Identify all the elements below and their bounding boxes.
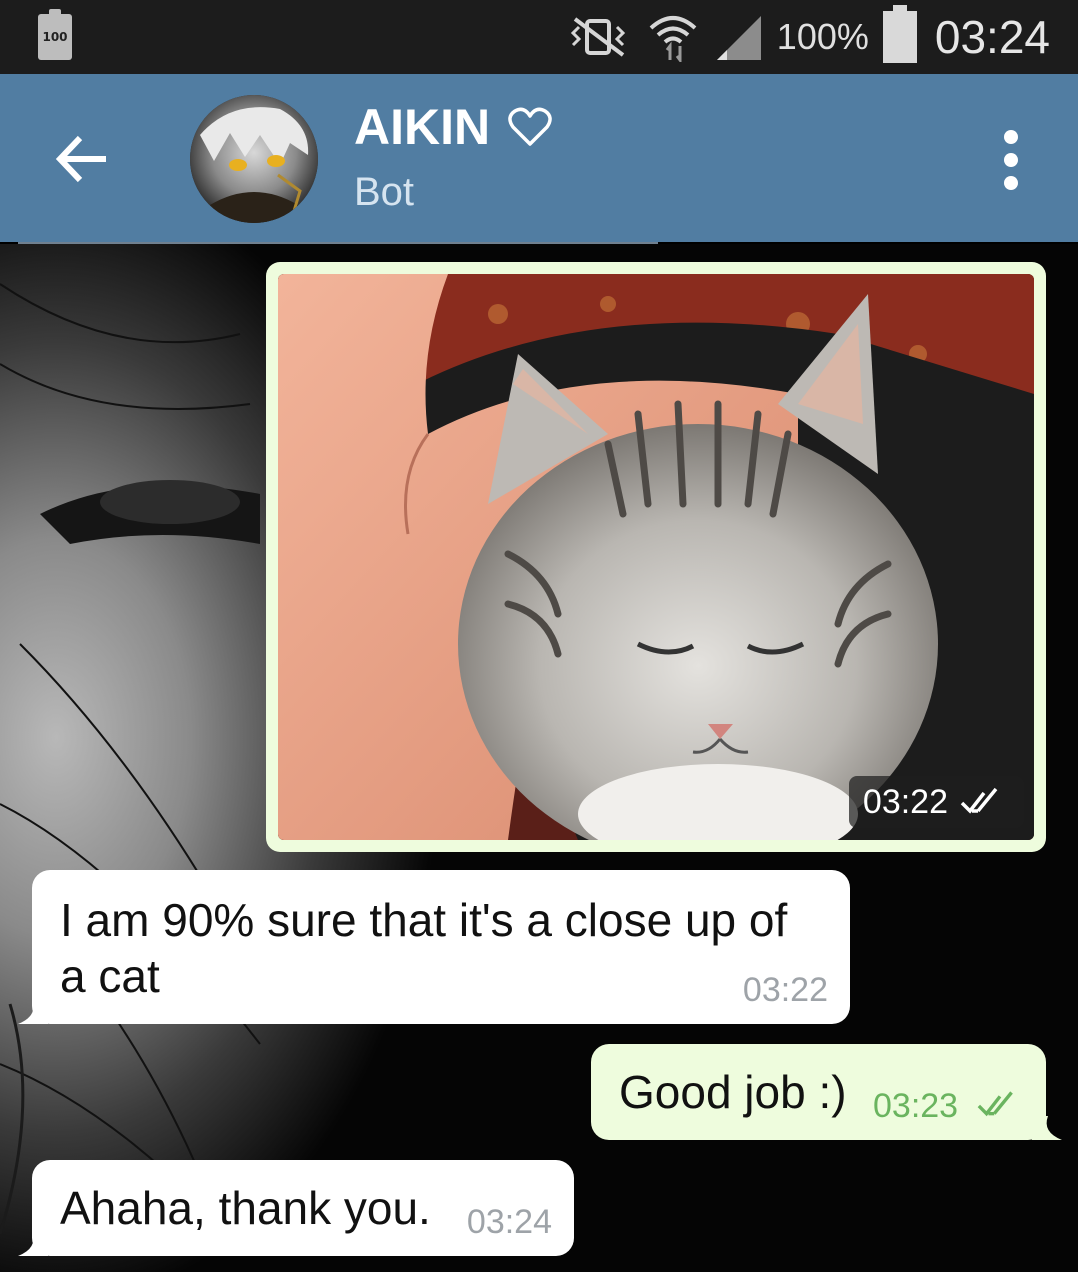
avatar[interactable]	[190, 95, 318, 223]
battery-percent: 100%	[776, 16, 869, 57]
message-text: I am 90% sure that it's a close up of a …	[60, 892, 787, 1004]
double-check-icon	[960, 787, 998, 814]
message-line: I am 90% sure that it's a close up of	[60, 894, 788, 946]
avatar-image	[190, 95, 318, 223]
overflow-menu-icon[interactable]	[996, 130, 1026, 190]
bubble-tail	[18, 1000, 48, 1024]
photo-time: 03:22	[862, 782, 948, 821]
incoming-message[interactable]: Ahaha, thank you. 03:24	[18, 1160, 574, 1256]
back-arrow-icon[interactable]	[48, 124, 118, 194]
battery-saver-icon: 100	[38, 9, 72, 60]
chat-header: AIKIN Bot	[0, 74, 1078, 242]
message-time: 03:23	[873, 1087, 959, 1125]
message-text: Ahaha, thank you.	[60, 1182, 431, 1234]
message-line: a cat	[60, 950, 160, 1002]
heart-icon	[508, 107, 552, 146]
battery-icon	[882, 5, 917, 63]
message-text: Good job :)	[619, 1066, 847, 1118]
bubble-tail	[1032, 1116, 1062, 1140]
message-time: 03:24	[466, 1203, 552, 1241]
vibrate-mute-icon	[570, 17, 625, 57]
photo-message[interactable]: 03:22	[266, 262, 1046, 852]
wifi-icon	[649, 16, 697, 62]
status-icons: 100% 03:24	[565, 5, 1050, 68]
title-row[interactable]: AIKIN	[354, 98, 552, 156]
signal-icon	[716, 16, 761, 60]
chat-title: AIKIN	[354, 99, 491, 155]
outgoing-message[interactable]: Good job :) 03:23	[591, 1044, 1062, 1140]
incoming-message[interactable]: I am 90% sure that it's a close up of a …	[18, 870, 850, 1024]
photo-attachment[interactable]	[278, 274, 1034, 840]
clock: 03:24	[934, 11, 1050, 63]
message-time: 03:22	[742, 971, 828, 1009]
photo-timestamp-badge: 03:22	[848, 776, 1024, 828]
bubble-tail	[18, 1232, 48, 1256]
chat-subtitle: Bot	[354, 170, 415, 214]
double-check-icon	[977, 1091, 1013, 1117]
battery-saver-label: 100	[42, 30, 68, 44]
status-bar: 100 100% 03:24	[0, 0, 1078, 74]
kitten-photo	[278, 274, 1034, 840]
